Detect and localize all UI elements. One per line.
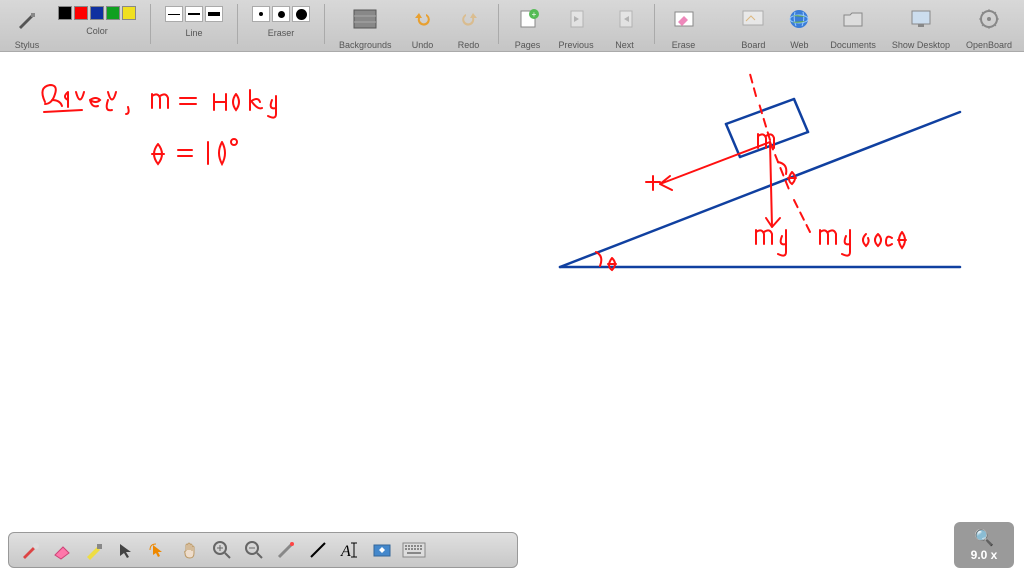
redo-label: Redo xyxy=(458,40,480,50)
erase-label: Erase xyxy=(672,40,696,50)
openboard-group: OpenBoard xyxy=(962,2,1016,52)
backgrounds-label: Backgrounds xyxy=(339,40,392,50)
documents-button[interactable] xyxy=(838,4,868,34)
undo-group: Undo xyxy=(404,2,442,52)
color-green[interactable] xyxy=(106,6,120,20)
color-group: Color xyxy=(54,2,140,38)
openboard-label: OpenBoard xyxy=(966,40,1012,50)
color-blue[interactable] xyxy=(90,6,104,20)
color-yellow[interactable] xyxy=(122,6,136,20)
web-label: Web xyxy=(790,40,808,50)
showdesktop-button[interactable] xyxy=(906,4,936,34)
erase-button[interactable] xyxy=(669,4,699,34)
backgrounds-group: Backgrounds xyxy=(335,2,396,52)
documents-label: Documents xyxy=(830,40,876,50)
svg-text:+: + xyxy=(531,10,536,19)
board-label: Board xyxy=(741,40,765,50)
line-label: Line xyxy=(185,28,202,38)
pointer-tool[interactable] xyxy=(113,537,139,563)
pages-label: Pages xyxy=(515,40,541,50)
line-thin[interactable] xyxy=(165,6,183,22)
highlighter-tool[interactable] xyxy=(81,537,107,563)
documents-group: Documents xyxy=(826,2,880,52)
handwriting-layer xyxy=(0,52,1024,576)
whiteboard-canvas[interactable] xyxy=(0,52,1024,576)
zoom-in-tool[interactable] xyxy=(209,537,235,563)
color-black[interactable] xyxy=(58,6,72,20)
openboard-button[interactable] xyxy=(974,4,1004,34)
board-group: Board xyxy=(734,2,772,52)
pages-group: + Pages xyxy=(509,2,547,52)
erase-group: Erase xyxy=(665,2,703,52)
stylus-label: Stylus xyxy=(15,40,40,50)
pages-button[interactable]: + xyxy=(513,4,543,34)
backgrounds-button[interactable] xyxy=(350,4,380,34)
eraser-tool[interactable] xyxy=(49,537,75,563)
laser-tool[interactable] xyxy=(273,537,299,563)
showdesktop-group: Show Desktop xyxy=(888,2,954,52)
zoom-indicator[interactable]: 🔍 9.0 x xyxy=(954,522,1014,568)
next-group: Next xyxy=(606,2,644,52)
zoom-value: 9.0 x xyxy=(971,548,998,562)
redo-group: Redo xyxy=(450,2,488,52)
line-group: Line xyxy=(161,2,227,40)
select-tool[interactable] xyxy=(145,537,171,563)
line-thick[interactable] xyxy=(205,6,223,22)
next-label: Next xyxy=(615,40,634,50)
line-tool[interactable] xyxy=(305,537,331,563)
line-med[interactable] xyxy=(185,6,203,22)
zoom-out-tool[interactable] xyxy=(241,537,267,563)
eraser-label: Eraser xyxy=(268,28,295,38)
pen-tool[interactable] xyxy=(17,537,43,563)
previous-label: Previous xyxy=(559,40,594,50)
color-red[interactable] xyxy=(74,6,88,20)
undo-button[interactable] xyxy=(408,4,438,34)
color-label: Color xyxy=(86,26,108,36)
stylus-group: Stylus xyxy=(8,2,46,52)
eraser-small[interactable] xyxy=(252,6,270,22)
right-tools: Board Web Documents Show Desktop OpenBoa… xyxy=(730,2,1020,52)
text-tool[interactable]: A xyxy=(337,537,363,563)
next-button[interactable] xyxy=(610,4,640,34)
capture-tool[interactable] xyxy=(369,537,395,563)
stylus-button[interactable] xyxy=(12,4,42,34)
previous-button[interactable] xyxy=(561,4,591,34)
eraser-group: Eraser xyxy=(248,2,314,40)
undo-label: Undo xyxy=(412,40,434,50)
redo-button[interactable] xyxy=(454,4,484,34)
eraser-large[interactable] xyxy=(292,6,310,22)
previous-group: Previous xyxy=(555,2,598,52)
board-button[interactable] xyxy=(738,4,768,34)
keyboard-tool[interactable] xyxy=(401,537,427,563)
showdesktop-label: Show Desktop xyxy=(892,40,950,50)
zoom-icon: 🔍 xyxy=(974,528,994,548)
top-toolbar: Stylus Color Line Eraser xyxy=(0,0,1024,52)
web-group: Web xyxy=(780,2,818,52)
bottom-toolbar: A xyxy=(8,532,518,568)
svg-text:A: A xyxy=(340,543,351,560)
eraser-med[interactable] xyxy=(272,6,290,22)
hand-tool[interactable] xyxy=(177,537,203,563)
web-button[interactable] xyxy=(784,4,814,34)
